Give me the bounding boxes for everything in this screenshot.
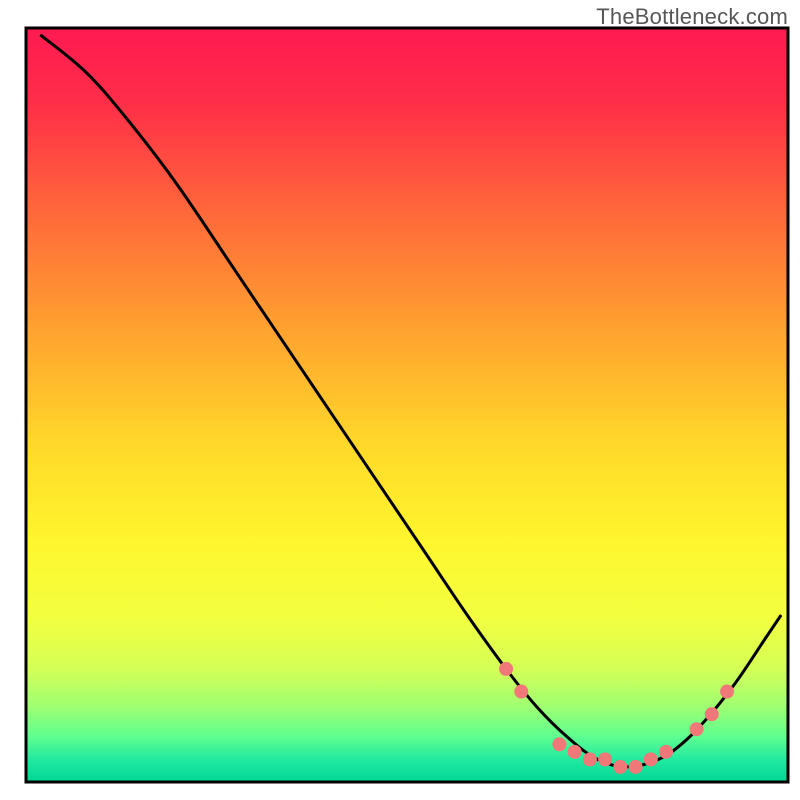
- curve-marker: [690, 722, 704, 736]
- curve-marker: [705, 707, 719, 721]
- curve-marker: [514, 685, 528, 699]
- plot-background: [26, 28, 788, 782]
- curve-marker: [499, 662, 513, 676]
- curve-marker: [720, 685, 734, 699]
- curve-marker: [598, 752, 612, 766]
- curve-marker: [583, 752, 597, 766]
- curve-marker: [613, 760, 627, 774]
- curve-marker: [659, 745, 673, 759]
- chart-frame: TheBottleneck.com: [0, 0, 800, 800]
- bottleneck-chart: [0, 0, 800, 800]
- curve-marker: [644, 752, 658, 766]
- curve-marker: [629, 760, 643, 774]
- curve-marker: [568, 745, 582, 759]
- watermark-text: TheBottleneck.com: [596, 4, 788, 30]
- curve-marker: [552, 737, 566, 751]
